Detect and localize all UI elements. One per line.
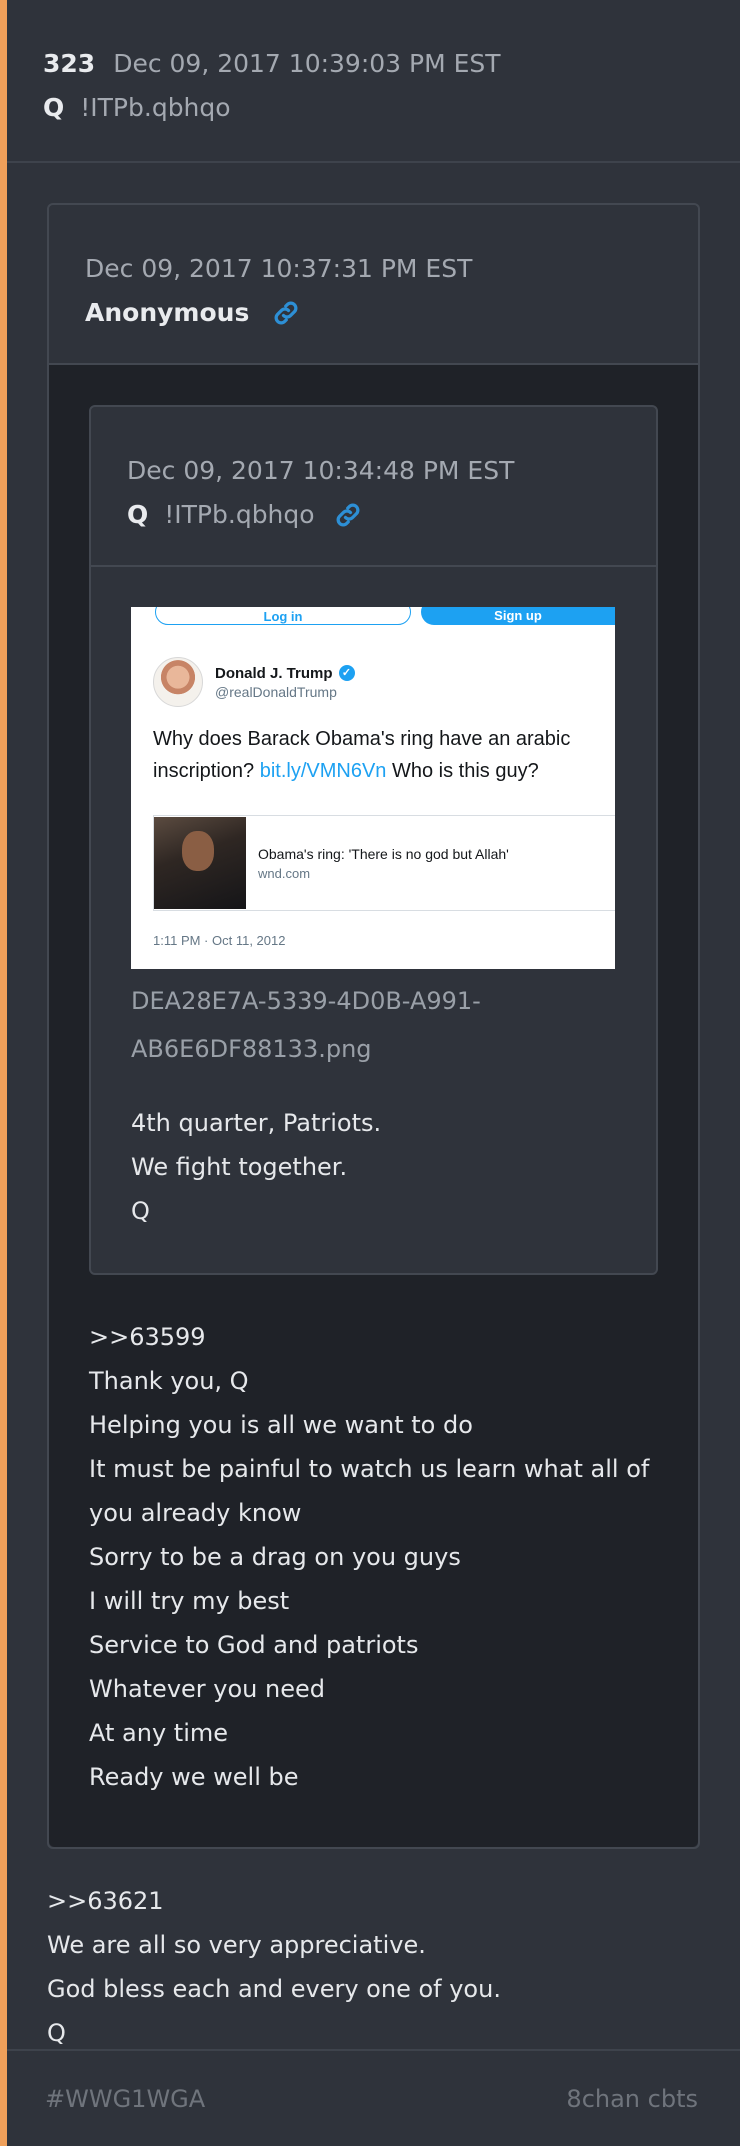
tweet-card-thumbnail: [154, 817, 246, 909]
image-filename[interactable]: DEA28E7A-5339-4D0B-A991- AB6E6DF88133.pn…: [131, 977, 616, 1073]
tweet-card-title: Obama's ring: 'There is no god but Allah…: [258, 845, 509, 862]
image-filename-line1: DEA28E7A-5339-4D0B-A991-: [131, 987, 481, 1015]
nested-line: Q: [131, 1197, 150, 1225]
quoted-post: Dec 09, 2017 10:37:31 PM EST Anonymous D…: [47, 203, 700, 1849]
link-icon[interactable]: [271, 298, 301, 328]
tweet-card-domain: wnd.com: [258, 865, 311, 881]
reply-line: God bless each and every one of you.: [47, 1975, 501, 2003]
hashtag: #WWG1WGA: [45, 2084, 206, 2113]
tweet-avatar: [153, 657, 203, 707]
image-filename-line2: AB6E6DF88133.png: [131, 1035, 372, 1063]
tweet-login-button: Log in: [155, 607, 411, 625]
tweet-text: Why does Barack Obama's ring have an ara…: [153, 723, 605, 787]
source-label: 8chan cbts: [566, 2084, 698, 2113]
quote-reference-link[interactable]: >>63621: [47, 1879, 700, 1923]
nested-author: Q: [127, 500, 149, 529]
post-author: Q: [43, 93, 65, 122]
post-body: Dec 09, 2017 10:37:31 PM EST Anonymous D…: [7, 163, 740, 2055]
quoted-line: Thank you, Q: [89, 1367, 249, 1395]
nested-post-text: 4th quarter, Patriots. We fight together…: [131, 1101, 616, 1233]
tweet-link: bit.ly/VMN6Vn: [259, 760, 387, 782]
quoted-line: Service to God and patriots: [89, 1631, 419, 1659]
tweet-link-card: Obama's ring: 'There is no god but Allah…: [153, 815, 615, 911]
post-number: 323: [43, 49, 96, 78]
quoted-line: Ready we well be: [89, 1763, 299, 1791]
nested-line: 4th quarter, Patriots.: [131, 1109, 382, 1137]
nested-tripcode: !ITPb.qbhqo: [164, 500, 315, 529]
tweet-text-after: Who is this guy?: [386, 760, 539, 782]
quote-reference-link[interactable]: >>63599: [89, 1315, 658, 1359]
verified-badge-icon: ✓: [338, 665, 355, 681]
quoted-line: Whatever you need: [89, 1675, 325, 1703]
quoted-line: At any time: [89, 1719, 229, 1747]
post-timestamp: Dec 09, 2017 10:39:03 PM EST: [113, 49, 501, 78]
link-icon[interactable]: [333, 500, 363, 530]
quoted-line: I will try my best: [89, 1587, 290, 1615]
quoted-post-text: >>63599 Thank you, Q Helping you is all …: [89, 1315, 658, 1799]
quoted-author: Anonymous: [85, 298, 250, 327]
reply-line: We are all so very appreciative.: [47, 1931, 426, 1959]
quoted-post-header: Dec 09, 2017 10:37:31 PM EST Anonymous: [49, 205, 698, 365]
tweet-handle: @realDonaldTrump: [215, 683, 337, 700]
tweet-user: Donald J. Trump ✓ @realDonaldTrump: [153, 657, 355, 707]
nested-post-body: Log in Sign up Donald J. Trump ✓ @realDo…: [91, 567, 656, 1273]
nested-line: We fight together.: [131, 1153, 348, 1181]
tweet-screenshot-image[interactable]: Log in Sign up Donald J. Trump ✓ @realDo…: [131, 607, 615, 969]
nested-post: Dec 09, 2017 10:34:48 PM EST Q !ITPb.qbh…: [89, 405, 658, 1275]
tweet-signup-button: Sign up: [421, 607, 615, 625]
post-card: 323 Dec 09, 2017 10:39:03 PM EST Q !ITPb…: [0, 0, 740, 2146]
post-footer: #WWG1WGA 8chan cbts: [7, 2049, 740, 2146]
post-header: 323 Dec 09, 2017 10:39:03 PM EST Q !ITPb…: [7, 0, 740, 163]
tweet-name: Donald J. Trump: [215, 664, 333, 682]
reply-text: >>63621 We are all so very appreciative.…: [47, 1879, 700, 2055]
tweet-time: 1:11 PM · Oct 11, 2012: [153, 933, 286, 948]
quoted-line: Sorry to be a drag on you guys: [89, 1543, 461, 1571]
nested-timestamp: Dec 09, 2017 10:34:48 PM EST: [127, 456, 515, 485]
quoted-timestamp: Dec 09, 2017 10:37:31 PM EST: [85, 254, 473, 283]
quoted-line: Helping you is all we want to do: [89, 1411, 473, 1439]
quoted-post-body: Dec 09, 2017 10:34:48 PM EST Q !ITPb.qbh…: [49, 365, 698, 1847]
tweet-auth-bar: Log in Sign up: [155, 607, 615, 629]
nested-post-header: Dec 09, 2017 10:34:48 PM EST Q !ITPb.qbh…: [91, 407, 656, 567]
quoted-line: It must be painful to watch us learn wha…: [89, 1455, 650, 1527]
post-tripcode: !ITPb.qbhqo: [80, 93, 231, 122]
